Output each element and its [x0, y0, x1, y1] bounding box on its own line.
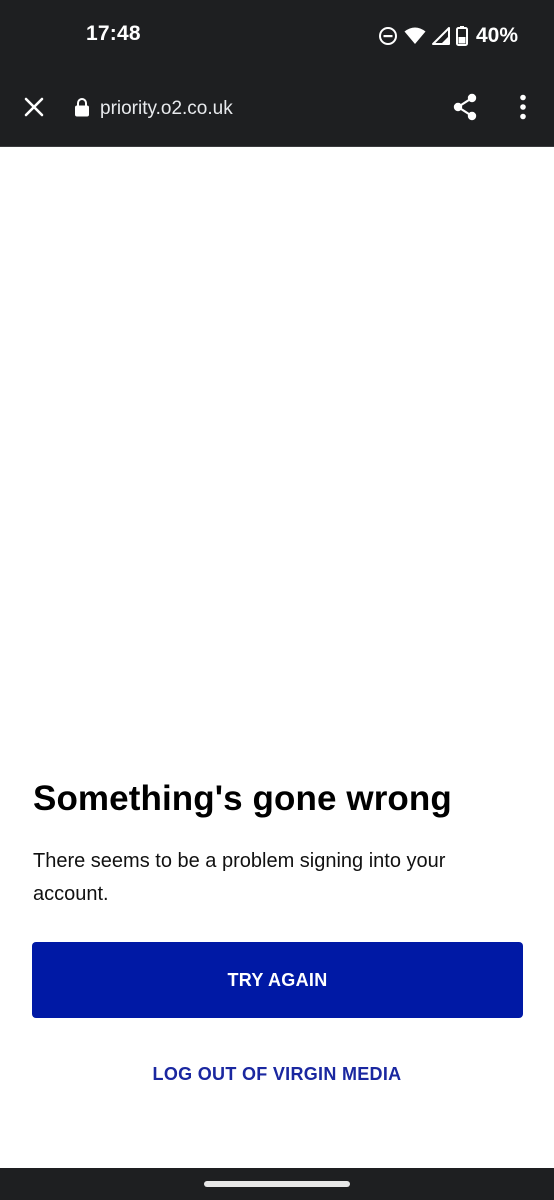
navigation-bar — [0, 1168, 554, 1200]
share-button[interactable] — [444, 88, 486, 130]
more-vert-icon — [519, 94, 527, 125]
page-content: Something's gone wrong There seems to be… — [0, 147, 554, 1168]
error-title: Something's gone wrong — [33, 779, 452, 818]
error-description: There seems to be a problem signing into… — [33, 850, 446, 905]
url-text: priority.o2.co.uk — [100, 98, 233, 119]
screen: 17:48 40% priority.o2.co.uk Something's … — [0, 0, 554, 1200]
more-options-button[interactable] — [504, 88, 542, 130]
wifi-icon — [404, 27, 426, 45]
home-indicator[interactable] — [204, 1181, 350, 1187]
close-button[interactable] — [14, 89, 54, 129]
do-not-disturb-icon — [378, 26, 398, 46]
close-icon — [24, 97, 44, 122]
battery-icon — [455, 26, 468, 46]
lock-icon — [74, 97, 90, 122]
status-bar: 17:48 40% — [0, 0, 554, 72]
battery-percent: 40% — [475, 24, 518, 47]
url-bar[interactable]: priority.o2.co.uk — [74, 94, 233, 124]
signal-icon — [431, 27, 450, 45]
status-icons: 40% — [378, 22, 518, 50]
browser-toolbar: priority.o2.co.uk — [0, 72, 554, 147]
status-time: 17:48 — [86, 22, 141, 45]
share-icon — [452, 93, 478, 126]
logout-link[interactable]: LOG OUT OF VIRGIN MEDIA — [0, 1064, 554, 1085]
try-again-button[interactable]: TRY AGAIN — [32, 942, 523, 1018]
